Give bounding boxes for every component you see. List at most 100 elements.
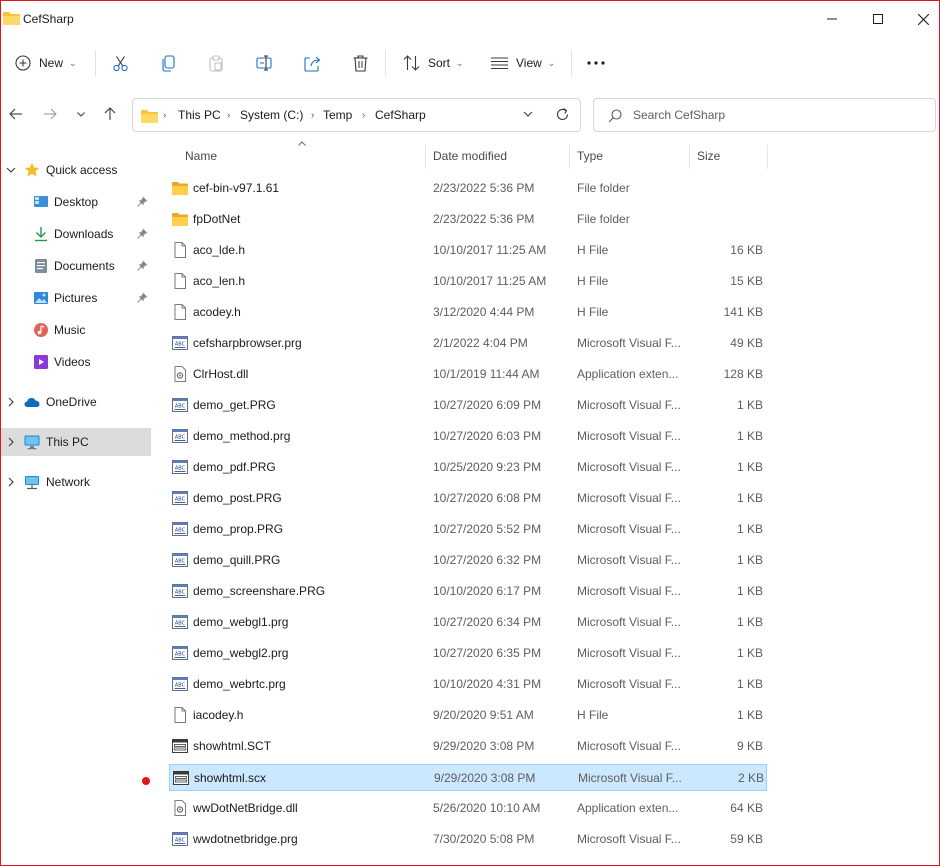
search-input[interactable] — [633, 105, 923, 125]
file-row[interactable]: aco_lde.h 10/10/2017 11:25 AM H File 16 KB — [169, 237, 767, 264]
file-row[interactable]: showhtml.scx 9/29/2020 3:08 PM Microsoft V… — [169, 764, 767, 791]
column-divider[interactable] — [689, 145, 690, 169]
file-size: 16 KB — [730, 243, 763, 257]
view-label: View — [516, 56, 542, 70]
scissors-icon — [113, 55, 128, 71]
nav-item-onedrive[interactable]: OneDrive — [1, 388, 151, 416]
forward-button[interactable] — [39, 103, 61, 125]
new-button[interactable]: New ⌄ — [15, 47, 77, 79]
file-type: H File — [577, 305, 609, 319]
file-row[interactable]: ABC demo_quill.PRG 10/27/2020 6:32 PM Micro… — [169, 547, 767, 574]
command-bar: New ⌄ Sort ⌄ View ⌄ — [1, 37, 939, 89]
file-row[interactable]: wwDotNetBridge.dll 5/26/2020 10:10 AM Appl… — [169, 795, 767, 822]
close-button[interactable] — [900, 1, 939, 37]
nav-item-this-pc[interactable]: This PC — [1, 428, 151, 456]
file-row[interactable]: iacodey.h 9/20/2020 9:51 AM H File 1 KB — [169, 702, 767, 729]
file-name: demo_get.PRG — [193, 398, 276, 412]
copy-icon — [162, 54, 175, 72]
file-row[interactable]: ABC demo_screenshare.PRG 10/10/2020 6:17 P… — [169, 578, 767, 605]
paste-button[interactable] — [208, 47, 224, 79]
file-row[interactable]: ClrHost.dll 10/1/2019 11:44 AM Application… — [169, 361, 767, 388]
svg-text:ABC: ABC — [175, 559, 186, 565]
minimize-button[interactable] — [809, 1, 855, 37]
arrow-up-icon — [104, 107, 116, 120]
search-box[interactable] — [593, 98, 936, 132]
file-row[interactable]: ABC demo_webgl2.prg 10/27/2020 6:35 PM Micr… — [169, 640, 767, 667]
pin-icon[interactable] — [137, 228, 148, 239]
column-divider[interactable] — [425, 145, 426, 169]
column-header-name[interactable]: Name — [185, 141, 217, 171]
file-row[interactable]: showhtml.SCT 9/29/2020 3:08 PM Microsoft V… — [169, 733, 767, 760]
toolbar-divider — [95, 50, 96, 76]
back-button[interactable] — [5, 103, 27, 125]
file-type: Microsoft Visual F... — [577, 646, 681, 660]
view-button[interactable]: View ⌄ — [491, 47, 555, 79]
maximize-button[interactable] — [855, 1, 901, 37]
breadcrumb-temp[interactable]: Temp — [323, 108, 352, 122]
svg-text:ABC: ABC — [175, 590, 186, 596]
share-button[interactable] — [304, 47, 321, 79]
file-row[interactable]: ABC cefsharpbrowser.prg 2/1/2022 4:04 PM Mi… — [169, 330, 767, 357]
file-size: 1 KB — [736, 398, 763, 412]
breadcrumb-system-c[interactable]: System (C:) — [240, 108, 303, 122]
pin-icon[interactable] — [137, 260, 148, 271]
file-row[interactable]: ABC demo_webrtc.prg 10/10/2020 4:31 PM Micr… — [169, 671, 767, 698]
breadcrumb-cefsharp[interactable]: CefSharp — [375, 108, 426, 122]
column-header-date[interactable]: Date modified — [433, 141, 507, 171]
nav-item-pictures[interactable]: Pictures — [1, 284, 151, 312]
file-row[interactable]: acodey.h 3/12/2020 4:44 PM H File 141 KB — [169, 299, 767, 326]
column-header-type[interactable]: Type — [577, 141, 603, 171]
program-file-icon: ABC — [172, 490, 188, 506]
cut-button[interactable] — [112, 47, 129, 79]
column-divider[interactable] — [569, 145, 570, 169]
nav-label: Music — [54, 323, 86, 337]
column-divider[interactable] — [767, 145, 768, 169]
file-type: Microsoft Visual F... — [577, 460, 681, 474]
file-row[interactable]: ABC demo_prop.PRG 10/27/2020 5:52 PM Micros… — [169, 516, 767, 543]
up-button[interactable] — [99, 103, 121, 125]
file-row[interactable]: ABC demo_method.prg 10/27/2020 6:03 PM Micr… — [169, 423, 767, 450]
column-header-size[interactable]: Size — [697, 141, 720, 171]
program-file-icon: ABC — [172, 831, 188, 847]
svg-text:ABC: ABC — [175, 528, 186, 534]
window-title: CefSharp — [23, 12, 74, 26]
recent-locations-button[interactable] — [70, 103, 92, 125]
file-name: demo_prop.PRG — [193, 522, 284, 536]
pictures-icon — [34, 292, 48, 304]
nav-item-desktop[interactable]: Desktop — [1, 188, 151, 216]
file-row[interactable]: ABC demo_post.PRG 10/27/2020 6:08 PM Micros… — [169, 485, 767, 512]
cloud-icon — [24, 398, 40, 407]
rename-button[interactable] — [256, 47, 274, 79]
file-row[interactable]: ABC demo_get.PRG 10/27/2020 6:09 PM Microso… — [169, 392, 767, 419]
chevron-down-icon[interactable] — [523, 109, 533, 119]
pin-icon[interactable] — [137, 196, 148, 207]
file-size: 141 KB — [723, 305, 763, 319]
sort-button[interactable]: Sort ⌄ — [403, 47, 464, 79]
file-row[interactable]: ABC demo_webgl1.prg 10/27/2020 6:34 PM Micr… — [169, 609, 767, 636]
refresh-icon[interactable] — [555, 107, 570, 122]
file-row[interactable]: fpDotNet 2/23/2022 5:36 PM File folder — [169, 206, 767, 233]
nav-item-quick-access[interactable]: Quick access — [1, 156, 151, 184]
nav-item-downloads[interactable]: Downloads — [1, 220, 151, 248]
nav-item-videos[interactable]: Videos — [1, 348, 151, 376]
chevron-right-icon — [8, 437, 14, 447]
copy-button[interactable] — [161, 47, 177, 79]
address-bar[interactable]: › This PC › System (C:) › Temp › CefShar… — [132, 98, 581, 132]
file-row[interactable]: aco_len.h 10/10/2017 11:25 AM H File 15 KB — [169, 268, 767, 295]
breadcrumb-this-pc[interactable]: This PC — [178, 108, 221, 122]
file-type: Microsoft Visual F... — [577, 832, 681, 846]
delete-button[interactable] — [353, 47, 368, 79]
file-row[interactable]: ABC wwdotnetbridge.prg 7/30/2020 5:08 PM Mi… — [169, 826, 767, 853]
file-row[interactable]: ABC demo_pdf.PRG 10/25/2020 9:23 PM Microso… — [169, 454, 767, 481]
desktop-icon — [34, 196, 48, 207]
pin-icon[interactable] — [137, 292, 148, 303]
file-size: 1 KB — [736, 429, 763, 443]
more-options-button[interactable] — [587, 47, 605, 79]
file-type: Microsoft Visual F... — [577, 429, 681, 443]
nav-item-music[interactable]: Music — [1, 316, 151, 344]
nav-item-documents[interactable]: Documents — [1, 252, 151, 280]
file-row[interactable]: cef-bin-v97.1.61 2/23/2022 5:36 PM File fo… — [169, 175, 767, 202]
svg-text:ABC: ABC — [175, 404, 186, 410]
nav-item-network[interactable]: Network — [1, 468, 151, 496]
file-date-modified: 2/1/2022 4:04 PM — [433, 336, 528, 350]
